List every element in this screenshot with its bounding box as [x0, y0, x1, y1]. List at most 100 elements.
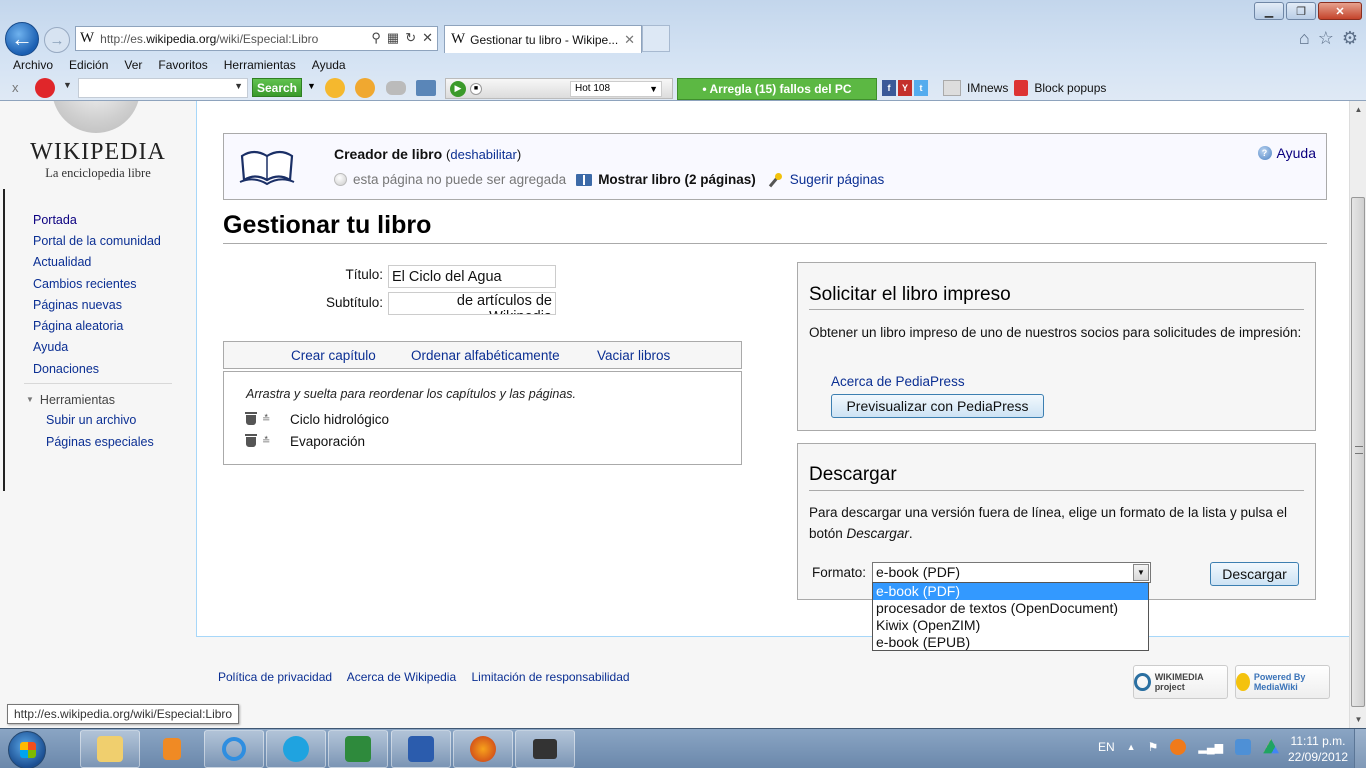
taskbar-word[interactable]: [391, 730, 451, 768]
menu-ver[interactable]: Ver: [124, 58, 142, 72]
chevron-down-icon[interactable]: ▼: [307, 81, 316, 91]
trash-icon[interactable]: [245, 433, 257, 447]
facebook-icon[interactable]: f: [882, 80, 896, 96]
list-item[interactable]: ≛ Ciclo hidrológico: [245, 411, 389, 427]
avast-icon[interactable]: [1170, 739, 1187, 755]
list-item[interactable]: ≛ Evaporación: [245, 433, 365, 449]
about-wikipedia-link[interactable]: Acerca de Wikipedia: [347, 670, 456, 684]
sidebar-tools-toggle[interactable]: ▼ Herramientas: [26, 393, 115, 407]
sidebar-item-portada[interactable]: Portada: [33, 213, 77, 227]
powered-by-mediawiki-badge[interactable]: Powered By MediaWiki: [1235, 665, 1330, 699]
download-button[interactable]: Descargar: [1210, 562, 1299, 586]
taskbar-excel[interactable]: [328, 730, 388, 768]
wikipedia-logo[interactable]: WIKIPEDIA La enciclopedia libre: [0, 101, 196, 191]
menu-favoritos[interactable]: Favoritos: [158, 58, 207, 72]
help-link[interactable]: ? Ayuda: [1257, 145, 1316, 161]
favorites-star-icon[interactable]: ☆: [1318, 28, 1334, 49]
show-desktop-button[interactable]: [1354, 729, 1366, 768]
show-book-link[interactable]: Mostrar libro (2 páginas): [598, 172, 756, 187]
suggest-pages-link[interactable]: Sugerir páginas: [790, 172, 885, 187]
wikimedia-project-badge[interactable]: WIKIMEDIA project: [1133, 665, 1228, 699]
minimize-button[interactable]: ▁: [1254, 2, 1284, 20]
close-tab-icon[interactable]: ✕: [624, 32, 635, 48]
address-url[interactable]: http://es.wikipedia.org/wiki/Especial:Li…: [100, 32, 318, 46]
dropbox-icon[interactable]: [1235, 739, 1252, 755]
format-option-zim[interactable]: Kiwix (OpenZIM): [873, 617, 1148, 634]
chevron-down-icon[interactable]: ▼: [63, 80, 72, 90]
menu-archivo[interactable]: Archivo: [13, 58, 53, 72]
taskbar-firefox[interactable]: [453, 730, 513, 768]
network-signal-icon[interactable]: ▂▄▆: [1198, 741, 1223, 754]
stop-icon[interactable]: ■: [470, 82, 482, 95]
format-option-pdf[interactable]: e-book (PDF): [873, 583, 1148, 600]
tab-gestionar-libro[interactable]: W Gestionar tu libro - Wikipe... ✕: [444, 25, 642, 53]
emoticons-icon[interactable]: [355, 78, 375, 98]
book-subtitle-input[interactable]: de artículos de Wikipedia: [388, 292, 556, 315]
sidebar-item-actualidad[interactable]: Actualidad: [33, 255, 91, 269]
add-chapter-icon[interactable]: ≛: [262, 414, 272, 425]
menu-ayuda[interactable]: Ayuda: [312, 58, 346, 72]
sidebar-item-subir-archivo[interactable]: Subir un archivo: [46, 413, 136, 427]
fix-pc-errors-button[interactable]: • Arregla (15) fallos del PC: [677, 78, 877, 100]
sidebar-item-cambios-recientes[interactable]: Cambios recientes: [33, 277, 137, 291]
disclaimer-link[interactable]: Limitación de responsabilidad: [471, 670, 629, 684]
start-button[interactable]: [8, 731, 46, 768]
stop-icon[interactable]: ✕: [422, 30, 433, 46]
action-center-flag-icon[interactable]: ⚑: [1148, 740, 1159, 754]
sidebar-item-pagina-aleatoria[interactable]: Página aleatoria: [33, 319, 123, 333]
forward-button[interactable]: →: [44, 27, 70, 53]
back-button[interactable]: ←: [5, 22, 39, 56]
disable-book-creator-link[interactable]: deshabilitar: [450, 147, 517, 162]
chevron-down-icon[interactable]: ▼: [1133, 564, 1149, 581]
format-option-epub[interactable]: e-book (EPUB): [873, 634, 1148, 651]
taskbar-skype[interactable]: [266, 730, 326, 768]
monitor-icon[interactable]: [416, 80, 436, 96]
restore-button[interactable]: ❐: [1286, 2, 1316, 20]
refresh-icon[interactable]: ↻: [405, 30, 416, 46]
sort-alphabetically-link[interactable]: Ordenar alfabéticamente: [411, 348, 560, 363]
smiley-icon[interactable]: [325, 78, 345, 98]
close-window-button[interactable]: ✕: [1318, 2, 1362, 20]
sidebar-item-portal-comunidad[interactable]: Portal de la comunidad: [33, 234, 161, 248]
block-popups-button[interactable]: Block popups: [1034, 81, 1106, 95]
new-tab-button[interactable]: [642, 25, 670, 52]
language-indicator[interactable]: EN: [1098, 740, 1115, 754]
address-bar[interactable]: W http://es.wikipedia.org/wiki/Especial:…: [75, 26, 438, 51]
close-toolbar-icon[interactable]: x: [12, 80, 19, 95]
sidebar-item-paginas-nuevas[interactable]: Páginas nuevas: [33, 298, 122, 312]
preview-pediapress-button[interactable]: Previsualizar con PediaPress: [831, 394, 1044, 418]
add-chapter-icon[interactable]: ≛: [262, 436, 272, 447]
toolbar-search-button[interactable]: Search: [252, 78, 302, 97]
youtube-icon[interactable]: Y: [898, 80, 912, 96]
vertical-scrollbar[interactable]: ▲ ▼: [1349, 101, 1366, 728]
twitter-icon[interactable]: t: [914, 80, 928, 96]
sidebar-item-donaciones[interactable]: Donaciones: [33, 362, 99, 376]
clear-book-link[interactable]: Vaciar libros: [597, 348, 670, 363]
format-option-odt[interactable]: procesador de textos (OpenDocument): [873, 600, 1148, 617]
create-chapter-link[interactable]: Crear capítulo: [291, 348, 376, 363]
gear-icon[interactable]: ⚙: [1342, 28, 1358, 49]
sidebar-item-paginas-especiales[interactable]: Páginas especiales: [46, 435, 154, 449]
search-icon[interactable]: ⚲: [371, 30, 381, 46]
news-icon[interactable]: [943, 80, 961, 96]
privacy-policy-link[interactable]: Política de privacidad: [218, 670, 332, 684]
smiley-logo-icon[interactable]: [35, 78, 55, 98]
imnews-link[interactable]: IMnews: [967, 81, 1008, 95]
home-icon[interactable]: ⌂: [1299, 28, 1310, 49]
scroll-up-arrow-icon[interactable]: ▲: [1350, 101, 1366, 118]
book-title-input[interactable]: [388, 265, 556, 288]
google-drive-icon[interactable]: [1263, 739, 1280, 754]
chevron-down-icon[interactable]: ▼: [234, 81, 243, 91]
menu-edicion[interactable]: Edición: [69, 58, 108, 72]
show-hidden-icons-icon[interactable]: ▲: [1127, 742, 1136, 752]
compat-view-icon[interactable]: ▦: [387, 30, 399, 46]
taskbar-internet-explorer[interactable]: [204, 730, 264, 768]
taskbar-media-player[interactable]: [142, 730, 202, 768]
gamepad-icon[interactable]: [386, 81, 406, 95]
toolbar-search-input[interactable]: ▼: [78, 78, 248, 98]
scroll-down-arrow-icon[interactable]: ▼: [1350, 711, 1366, 728]
sidebar-item-ayuda[interactable]: Ayuda: [33, 340, 68, 354]
taskbar-camera-app[interactable]: [515, 730, 575, 768]
play-icon[interactable]: ▶: [450, 80, 466, 97]
about-pediapress-link[interactable]: Acerca de PediaPress: [831, 374, 965, 389]
